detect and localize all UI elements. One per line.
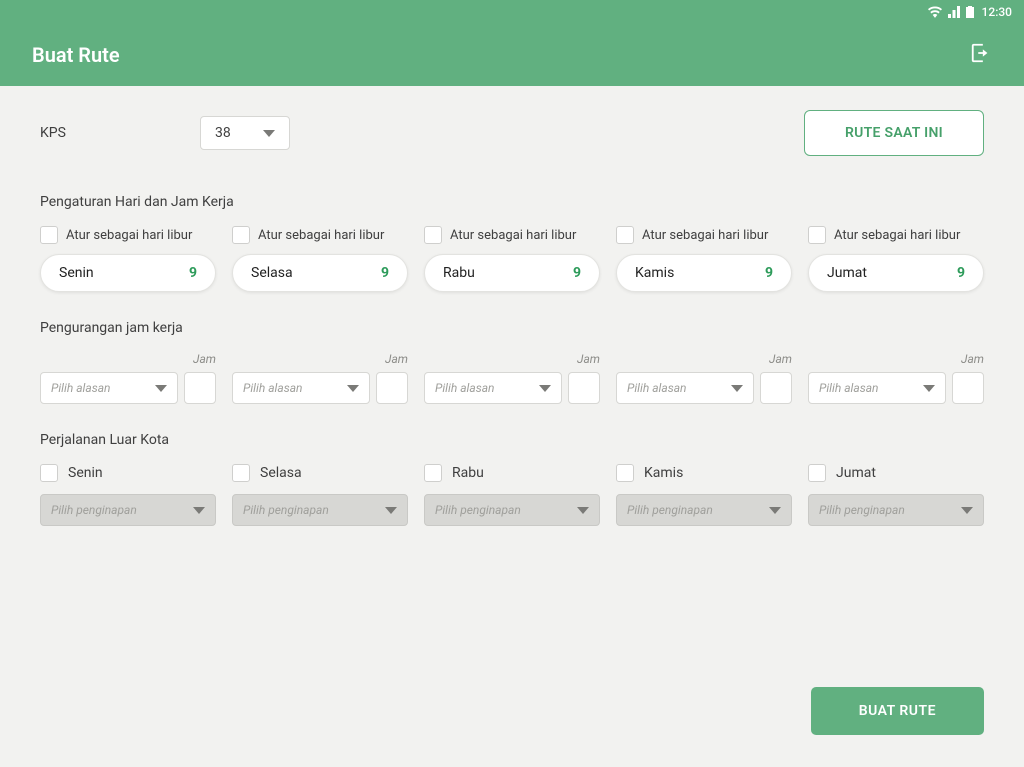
chevron-down-icon xyxy=(923,385,935,392)
travel-checkbox-3[interactable] xyxy=(616,464,634,482)
day-name: Rabu xyxy=(443,265,475,281)
lodging-select-4: Pilih penginapan xyxy=(808,494,984,526)
jam-input-4[interactable] xyxy=(952,372,984,404)
holiday-checkbox-0[interactable] xyxy=(40,226,58,244)
current-route-button[interactable]: RUTE SAAT INI xyxy=(804,110,984,156)
travel-label: Perjalanan Luar Kota xyxy=(40,432,984,448)
day-pill-0[interactable]: Senin 9 xyxy=(40,254,216,292)
chevron-down-icon xyxy=(961,507,973,514)
work-schedule-label: Pengaturan Hari dan Jam Kerja xyxy=(40,194,984,210)
kps-label: KPS xyxy=(40,125,200,141)
reason-select-2[interactable]: Pilih alasan xyxy=(424,372,562,404)
holiday-label: Atur sebagai hari libur xyxy=(66,228,192,243)
chevron-down-icon xyxy=(263,130,275,137)
status-bar: 12:30 xyxy=(0,0,1024,24)
lodging-placeholder: Pilih penginapan xyxy=(51,503,137,517)
chevron-down-icon xyxy=(577,507,589,514)
days-row: Atur sebagai hari libur Senin 9 Atur seb… xyxy=(40,226,984,292)
travel-row: Senin Pilih penginapan Selasa Pilih peng… xyxy=(40,464,984,526)
chevron-down-icon xyxy=(539,385,551,392)
travel-checkbox-4[interactable] xyxy=(808,464,826,482)
day-pill-4[interactable]: Jumat 9 xyxy=(808,254,984,292)
day-pill-3[interactable]: Kamis 9 xyxy=(616,254,792,292)
wifi-icon xyxy=(928,6,942,18)
travel-checkbox-0[interactable] xyxy=(40,464,58,482)
reduction-row: Jam Pilih alasan Jam Pilih alasan Jam xyxy=(40,352,984,404)
day-hours: 9 xyxy=(765,265,773,281)
holiday-checkbox-4[interactable] xyxy=(808,226,826,244)
lodging-placeholder: Pilih penginapan xyxy=(435,503,521,517)
day-hours: 9 xyxy=(573,265,581,281)
reason-select-3[interactable]: Pilih alasan xyxy=(616,372,754,404)
reason-placeholder: Pilih alasan xyxy=(627,381,686,395)
travel-day-label: Rabu xyxy=(452,465,484,481)
day-name: Kamis xyxy=(635,265,674,281)
jam-input-3[interactable] xyxy=(760,372,792,404)
chevron-down-icon xyxy=(155,385,167,392)
travel-checkbox-1[interactable] xyxy=(232,464,250,482)
day-name: Selasa xyxy=(251,265,293,281)
jam-label: Jam xyxy=(232,352,408,366)
kps-value: 38 xyxy=(215,125,231,141)
travel-day-label: Kamis xyxy=(644,465,683,481)
reason-placeholder: Pilih alasan xyxy=(243,381,302,395)
chevron-down-icon xyxy=(385,507,397,514)
reason-select-0[interactable]: Pilih alasan xyxy=(40,372,178,404)
jam-input-1[interactable] xyxy=(376,372,408,404)
battery-icon xyxy=(966,6,974,18)
day-hours: 9 xyxy=(189,265,197,281)
lodging-placeholder: Pilih penginapan xyxy=(627,503,713,517)
lodging-select-3: Pilih penginapan xyxy=(616,494,792,526)
lodging-placeholder: Pilih penginapan xyxy=(243,503,329,517)
holiday-label: Atur sebagai hari libur xyxy=(258,228,384,243)
app-bar: Buat Rute xyxy=(0,24,1024,86)
exit-icon[interactable] xyxy=(970,42,992,68)
travel-checkbox-2[interactable] xyxy=(424,464,442,482)
jam-input-2[interactable] xyxy=(568,372,600,404)
reason-placeholder: Pilih alasan xyxy=(819,381,878,395)
chevron-down-icon xyxy=(193,507,205,514)
reason-select-4[interactable]: Pilih alasan xyxy=(808,372,946,404)
signal-icon xyxy=(948,6,960,18)
lodging-select-2: Pilih penginapan xyxy=(424,494,600,526)
status-time: 12:30 xyxy=(982,5,1012,19)
day-hours: 9 xyxy=(381,265,389,281)
travel-day-label: Selasa xyxy=(260,465,302,481)
lodging-select-1: Pilih penginapan xyxy=(232,494,408,526)
jam-label: Jam xyxy=(616,352,792,366)
reason-placeholder: Pilih alasan xyxy=(51,381,110,395)
create-route-button[interactable]: BUAT RUTE xyxy=(811,687,984,735)
jam-label: Jam xyxy=(424,352,600,366)
lodging-select-0: Pilih penginapan xyxy=(40,494,216,526)
chevron-down-icon xyxy=(769,507,781,514)
chevron-down-icon xyxy=(347,385,359,392)
day-pill-1[interactable]: Selasa 9 xyxy=(232,254,408,292)
lodging-placeholder: Pilih penginapan xyxy=(819,503,905,517)
day-name: Senin xyxy=(59,265,94,281)
travel-day-label: Jumat xyxy=(836,465,876,481)
holiday-label: Atur sebagai hari libur xyxy=(834,228,960,243)
page-title: Buat Rute xyxy=(32,43,120,67)
holiday-checkbox-3[interactable] xyxy=(616,226,634,244)
jam-label: Jam xyxy=(40,352,216,366)
chevron-down-icon xyxy=(731,385,743,392)
travel-day-label: Senin xyxy=(68,465,103,481)
holiday-checkbox-1[interactable] xyxy=(232,226,250,244)
holiday-label: Atur sebagai hari libur xyxy=(642,228,768,243)
holiday-checkbox-2[interactable] xyxy=(424,226,442,244)
jam-label: Jam xyxy=(808,352,984,366)
reason-select-1[interactable]: Pilih alasan xyxy=(232,372,370,404)
day-hours: 9 xyxy=(957,265,965,281)
jam-input-0[interactable] xyxy=(184,372,216,404)
kps-select[interactable]: 38 xyxy=(200,116,290,150)
day-name: Jumat xyxy=(827,265,867,281)
reduction-label: Pengurangan jam kerja xyxy=(40,320,984,336)
holiday-label: Atur sebagai hari libur xyxy=(450,228,576,243)
reason-placeholder: Pilih alasan xyxy=(435,381,494,395)
day-pill-2[interactable]: Rabu 9 xyxy=(424,254,600,292)
